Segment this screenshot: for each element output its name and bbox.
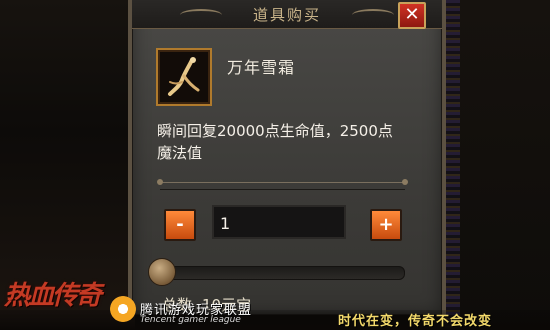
ginseng-root-icon [168, 57, 200, 96]
slogan: 时代在变，传奇不会改变 [338, 314, 493, 329]
dialog-title-bar: 道具购买 ✕ [132, 0, 442, 29]
item-description: 瞬间回复20000点生命值，2500点魔法值 [157, 122, 393, 162]
close-button[interactable]: ✕ [398, 2, 426, 29]
divider [157, 179, 408, 190]
item-icon-slot [156, 48, 212, 106]
item-name: 万年雪霜 [227, 58, 296, 77]
quantity-slider-thumb[interactable] [148, 258, 176, 286]
divider-end-icon [157, 179, 163, 185]
dialog-title: 道具购买 [252, 6, 321, 24]
title-ornament-icon [352, 9, 394, 21]
game-logo: 热血传奇 [4, 281, 102, 311]
divider-end-icon [402, 179, 408, 185]
decrease-quantity-button[interactable]: - [164, 209, 196, 241]
increase-quantity-button[interactable]: + [370, 209, 402, 241]
tencent-logo-icon [110, 296, 136, 322]
quantity-input[interactable]: 1 [212, 205, 346, 239]
publisher-english: Tencent gamer league [140, 315, 241, 325]
purchase-dialog: 道具购买 ✕ 万年雪霜 瞬间回复20000点生命值，2500点魔法值 - 1 +… [128, 0, 446, 315]
quantity-slider-track[interactable] [158, 266, 405, 280]
